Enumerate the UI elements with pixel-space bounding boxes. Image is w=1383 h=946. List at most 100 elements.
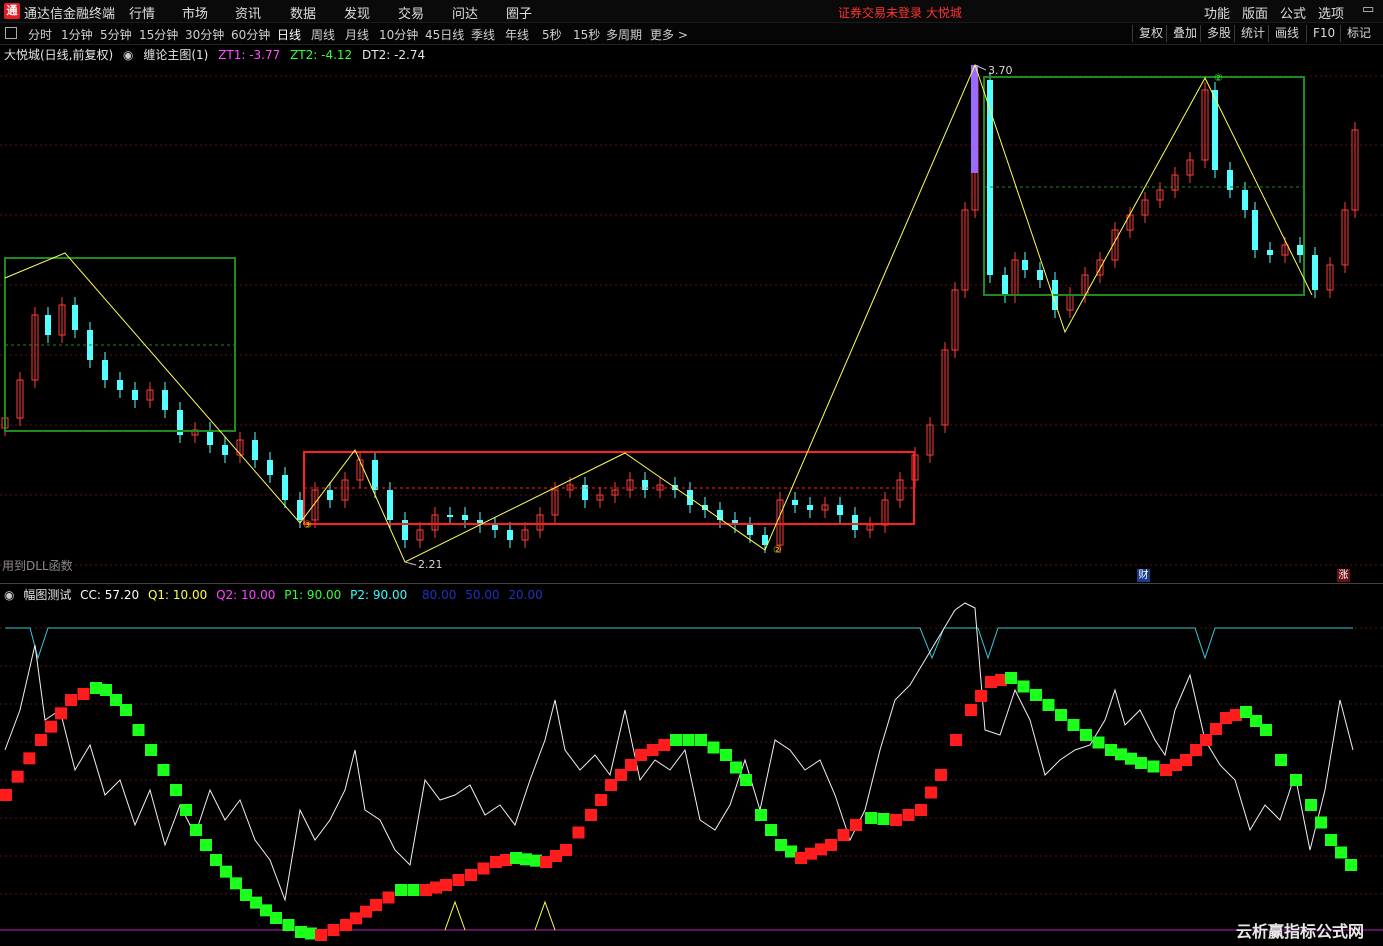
signal-spike <box>534 900 556 931</box>
candle-body <box>1022 260 1028 270</box>
high-price-label: 3.70 <box>988 64 1013 77</box>
menu-shuju[interactable]: 数据 <box>290 3 316 22</box>
f10-button[interactable]: F10 <box>1306 25 1341 42</box>
trade-login-status[interactable]: 证券交易未登录 大悦城 <box>838 4 962 21</box>
candle-body <box>462 515 468 520</box>
candle-body <box>1037 270 1043 280</box>
menu-gongneng[interactable]: 功能 <box>1204 3 1230 22</box>
period-5sec[interactable]: 5秒 <box>542 26 562 43</box>
period-15sec[interactable]: 15秒 <box>573 26 600 43</box>
period-multi[interactable]: 多周期 <box>606 26 642 43</box>
oscillator-square <box>157 764 170 776</box>
restore-window-icon[interactable]: ▭ <box>1362 2 1374 17</box>
peak-bar <box>971 65 978 173</box>
candle-body <box>252 440 258 460</box>
oscillator-square <box>1055 709 1067 721</box>
period-weekly[interactable]: 周线 <box>311 26 335 43</box>
candle-body <box>132 390 138 400</box>
overlay-button[interactable]: 叠加 <box>1166 25 1203 42</box>
oscillator-square <box>0 789 12 801</box>
oscillator-square <box>890 814 902 826</box>
period-quarterly[interactable]: 季线 <box>471 26 495 43</box>
period-10min[interactable]: 10分钟 <box>379 26 418 43</box>
period-15min[interactable]: 15分钟 <box>139 26 178 43</box>
oscillator-square <box>965 704 977 716</box>
period-5min[interactable]: 5分钟 <box>100 26 132 43</box>
pivot-marker: ③ <box>303 520 312 531</box>
oscillator-square <box>658 739 671 751</box>
period-30min[interactable]: 30分钟 <box>185 26 224 43</box>
oscillator-chart[interactable] <box>0 600 1383 946</box>
oscillator-square <box>1290 774 1302 786</box>
oscillator-square <box>65 694 77 706</box>
period-daily[interactable]: 日线 <box>277 26 301 43</box>
fuquan-button[interactable]: 复权 <box>1132 25 1169 42</box>
period-fenshi[interactable]: 分时 <box>28 26 52 43</box>
oscillator-square <box>975 690 987 702</box>
candle-body <box>117 380 123 390</box>
candle-body <box>582 485 588 500</box>
oscillator-square <box>120 704 132 716</box>
pivot-marker: ② <box>773 545 782 556</box>
period-monthly[interactable]: 月线 <box>345 26 369 43</box>
candle-body <box>222 445 228 455</box>
candle-body <box>162 390 168 410</box>
rise-badge[interactable]: 涨 <box>1337 569 1350 582</box>
oscillator-square <box>210 854 222 866</box>
period-more[interactable]: 更多 > <box>650 26 688 43</box>
period-1min[interactable]: 1分钟 <box>61 26 93 43</box>
menu-wenda[interactable]: 问达 <box>452 3 478 22</box>
oscillator-square <box>190 824 202 836</box>
oscillator-square <box>270 912 282 924</box>
oscillator-square <box>382 891 395 904</box>
candle-body <box>72 305 78 330</box>
menu-quanzi[interactable]: 圈子 <box>506 3 532 22</box>
candle-body <box>102 360 108 380</box>
candle-body <box>762 535 768 545</box>
oscillator-square <box>720 749 732 761</box>
watermark: 云析赢指标公式网 <box>1236 922 1365 941</box>
finance-badge[interactable]: 财 <box>1137 569 1150 582</box>
draw-line-button[interactable]: 画线 <box>1268 25 1305 42</box>
oscillator-square <box>682 734 695 746</box>
oscillator-square <box>572 826 585 839</box>
multi-stock-button[interactable]: 多股 <box>1200 25 1237 42</box>
oscillator-square <box>646 744 659 756</box>
menu-faxian[interactable]: 发现 <box>344 3 370 22</box>
menu-xuanxiang[interactable]: 选项 <box>1318 3 1344 22</box>
oscillator-square <box>585 809 597 821</box>
period-toolbar: 分时 1分钟 5分钟 15分钟 30分钟 60分钟 日线 周线 月线 10分钟 … <box>0 23 1383 45</box>
period-45day[interactable]: 45日线 <box>425 26 464 43</box>
app-title: 通达信金融终端 <box>24 7 116 22</box>
oscillator-square <box>915 804 927 816</box>
menu-zixun[interactable]: 资讯 <box>235 3 261 22</box>
oscillator-square <box>407 884 420 896</box>
oscillator-square <box>1260 724 1272 736</box>
menu-banmian[interactable]: 版面 <box>1242 3 1268 22</box>
menu-gongshi[interactable]: 公式 <box>1280 3 1306 22</box>
candle-body <box>492 525 498 530</box>
oscillator-square <box>707 741 720 754</box>
oscillator-square <box>730 761 742 774</box>
candle-body <box>327 490 333 500</box>
candlestick-chart[interactable]: ③ ② ② 3.70 2.21 <box>0 60 1383 580</box>
period-60min[interactable]: 60分钟 <box>231 26 270 43</box>
oscillator-square <box>282 919 295 931</box>
candle-body <box>807 505 813 510</box>
oscillator-square <box>55 707 67 720</box>
oscillator-square <box>825 839 837 851</box>
candle-body <box>207 430 213 445</box>
mark-button[interactable]: 标记 <box>1340 25 1377 42</box>
period-yearly[interactable]: 年线 <box>505 26 529 43</box>
oscillator-square <box>1092 736 1105 749</box>
oscillator-square <box>35 734 47 746</box>
statistics-button[interactable]: 统计 <box>1234 25 1271 42</box>
menu-shichang[interactable]: 市场 <box>182 3 208 22</box>
oscillator-square <box>877 813 890 825</box>
panel-toggle-icon[interactable] <box>5 27 17 39</box>
menu-hangqing[interactable]: 行情 <box>129 3 155 22</box>
pane-divider[interactable] <box>0 583 1383 584</box>
oscillator-square <box>220 865 232 878</box>
oscillator-square <box>465 869 477 881</box>
menu-jiaoyi[interactable]: 交易 <box>398 3 424 22</box>
